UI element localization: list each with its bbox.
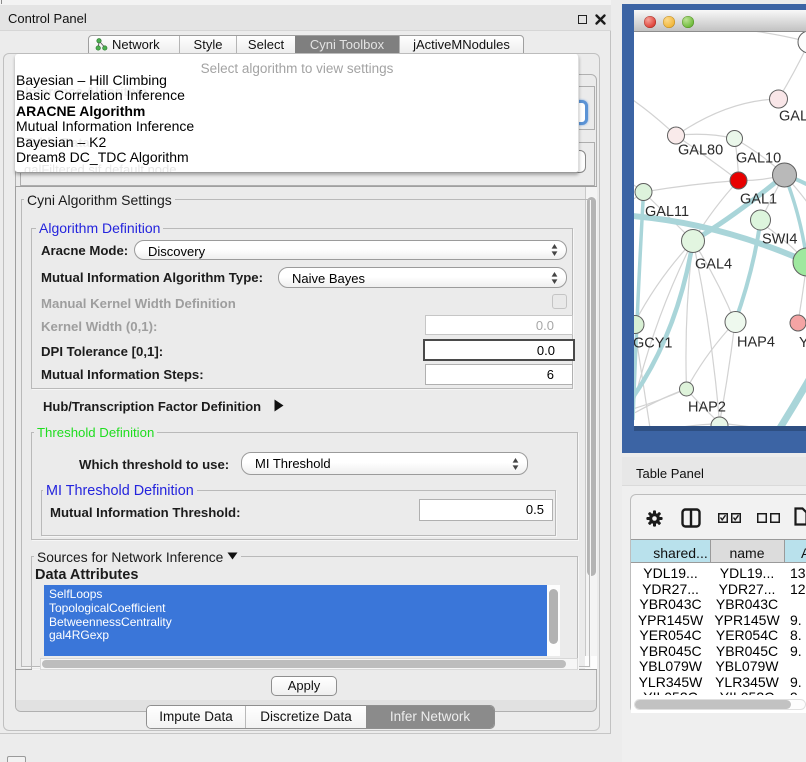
svg-text:YJL: YJL [799,335,806,351]
svg-text:HAP4: HAP4 [737,335,775,351]
svg-text:GCY1: GCY1 [634,336,673,352]
svg-text:HAP2: HAP2 [688,400,726,416]
svg-text:GAL8: GAL8 [779,109,806,125]
svg-text:GAL80: GAL80 [678,143,723,159]
svg-text:GAL10: GAL10 [736,151,781,167]
svg-text:GAL1: GAL1 [740,192,777,208]
svg-text:SWI4: SWI4 [762,232,797,248]
svg-text:GAL4: GAL4 [695,257,732,273]
svg-text:GAL11: GAL11 [645,204,689,220]
